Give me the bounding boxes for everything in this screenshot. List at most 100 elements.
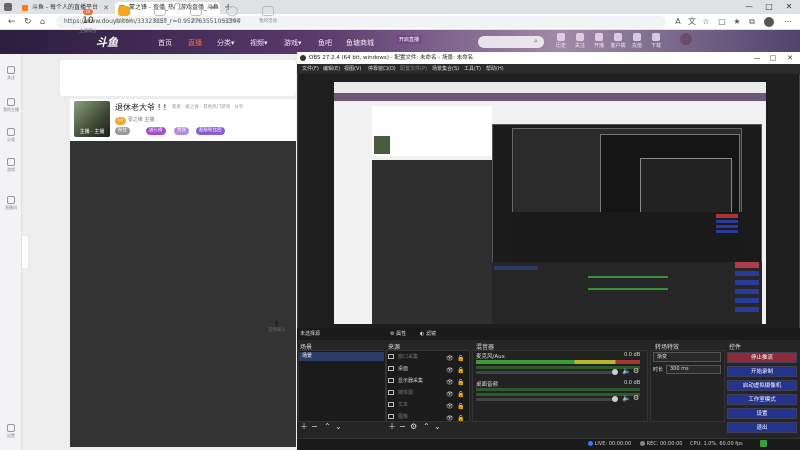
read-aloud-icon[interactable]: A — [672, 16, 684, 28]
stat-points[interactable]: LV 10 主播积分 — [74, 6, 102, 34]
home-icon[interactable]: ⌂ — [40, 15, 45, 29]
refresh-icon[interactable]: ↻ — [24, 15, 32, 29]
sidebar-item-room[interactable]: 直播间 — [3, 196, 19, 211]
profile-avatar-icon[interactable] — [764, 17, 774, 27]
source-properties-icon[interactable]: ⚙ — [410, 422, 417, 432]
search-icon[interactable]: ⌕ — [534, 37, 538, 46]
collapse-handle[interactable] — [22, 236, 28, 268]
sidebar-item-my-streamers[interactable]: 我的主播 — [3, 98, 19, 113]
desktop-audio-volume-slider[interactable] — [476, 398, 616, 401]
gift-rank-pill[interactable]: 送礼榜 — [146, 127, 166, 135]
move-up-icon[interactable]: ⌃ — [423, 422, 430, 432]
browser-menu-icon[interactable] — [4, 3, 12, 11]
menu-scene-collection[interactable]: 场景集合(S) — [432, 65, 459, 73]
start-recording-button[interactable]: 开始录制 — [727, 366, 797, 377]
source-item[interactable]: 文本 👁 🔒 — [386, 399, 468, 411]
remove-source-button[interactable]: − — [399, 422, 406, 432]
recharge-button[interactable]: 充值 — [629, 33, 645, 49]
mic-aux-settings-icon[interactable]: ⚙ — [633, 367, 639, 375]
obs-close-button[interactable]: ✕ — [783, 52, 797, 64]
close-window-button[interactable]: ✕ — [780, 0, 798, 14]
transition-select[interactable]: 渐变 — [653, 352, 721, 362]
menu-docks[interactable]: 停靠窗口(D) — [368, 65, 396, 73]
split-screen-icon[interactable]: ▢ — [716, 16, 728, 28]
exit-button[interactable]: 退出 — [727, 422, 797, 433]
mic-aux-volume-knob[interactable] — [612, 369, 618, 375]
back-icon[interactable]: ← — [8, 15, 16, 29]
studio-mode-button[interactable]: 工作室模式 — [727, 394, 797, 405]
sidebar-item-category[interactable]: 分类 — [3, 128, 19, 143]
nav-yuba[interactable]: 鱼吧 — [318, 38, 332, 48]
vip-pill[interactable]: 贵宾 — [174, 127, 189, 135]
video-player[interactable] — [70, 141, 296, 447]
duration-input[interactable]: 300 ms — [666, 365, 721, 374]
mic-aux-volume-slider[interactable] — [476, 371, 616, 374]
start-stream-promo[interactable]: 开启直播 — [396, 35, 423, 44]
nav-shop[interactable]: 鱼塘商城 — [346, 38, 374, 48]
scene-item[interactable]: 场景 — [299, 352, 384, 361]
menu-file[interactable]: 文件(F) — [302, 65, 319, 73]
menu-help[interactable]: 帮助(H) — [486, 65, 504, 73]
menu-profile[interactable]: 配置文件(P) — [400, 65, 427, 73]
super-fans-pill[interactable]: 超级粉丝团 — [196, 127, 225, 135]
favorites-icon[interactable]: ★ — [731, 16, 743, 28]
stat-noble[interactable]: 贵族 — [182, 6, 210, 24]
filters-button[interactable]: ◐ 滤镜 — [420, 330, 436, 337]
add-source-button[interactable]: ＋ — [388, 422, 396, 432]
history-button[interactable]: 历史 — [553, 33, 569, 49]
obs-maximize-button[interactable]: □ — [766, 52, 780, 64]
minimize-button[interactable]: — — [740, 0, 758, 14]
source-item[interactable]: 桌面 👁 🔒 — [386, 363, 468, 375]
visibility-eye-icon[interactable]: 👁 — [446, 413, 454, 425]
nav-live[interactable]: 直播 — [188, 38, 202, 48]
follow-button[interactable]: 关注 — [572, 33, 588, 49]
move-down-icon[interactable]: ⌄ — [434, 422, 441, 432]
desktop-audio-mute-icon[interactable]: 🔈 — [622, 394, 631, 402]
start-virtual-camera-button[interactable]: 启动虚拟摄像机 — [727, 380, 797, 391]
maximize-button[interactable]: □ — [760, 0, 778, 14]
source-item[interactable]: 媒体源 👁 🔒 — [386, 387, 468, 399]
stop-streaming-button[interactable]: 停止推流 — [727, 352, 797, 363]
client-button[interactable]: 客户端 — [610, 33, 626, 49]
translate-icon[interactable]: 文 — [686, 16, 698, 28]
streamer-avatar[interactable]: 主播 · 主播 — [74, 101, 110, 137]
user-avatar-icon[interactable] — [680, 33, 692, 45]
collections-icon[interactable]: ⧉ — [746, 16, 758, 28]
close-tab-icon[interactable]: ✕ — [210, 2, 216, 14]
menu-edit[interactable]: 编辑(E) — [323, 65, 340, 73]
source-item[interactable]: 显示器采集 👁 🔒 — [386, 375, 468, 387]
download-button[interactable]: 下载 — [648, 33, 664, 49]
sidebar-item-follow[interactable]: 关注 — [3, 66, 19, 81]
preview-stop-button — [735, 262, 759, 268]
properties-button[interactable]: ⚙ 属性 — [390, 330, 406, 337]
favorite-icon[interactable]: ☆ — [700, 16, 712, 28]
sidebar-item-game[interactable]: 游戏 — [3, 158, 19, 173]
menu-view[interactable]: 视图(V) — [344, 65, 361, 73]
move-down-icon[interactable]: ⌄ — [335, 422, 342, 432]
source-item[interactable]: 窗口采集 👁 🔒 — [386, 351, 468, 363]
stat-duration[interactable]: 直播时长 — [110, 6, 138, 24]
sidebar-item-settings[interactable]: 设置 — [3, 424, 19, 439]
fans-pill[interactable]: 粉丝 — [115, 127, 130, 135]
more-icon[interactable]: ⋯ — [782, 16, 794, 28]
desktop-audio-settings-icon[interactable]: ⚙ — [633, 394, 639, 402]
lock-icon[interactable]: 🔒 — [457, 413, 464, 425]
settings-button[interactable]: 设置 — [727, 408, 797, 419]
desktop-audio-volume-knob[interactable] — [612, 396, 618, 402]
menu-tools[interactable]: 工具(T) — [464, 65, 481, 73]
nav-home[interactable]: 首页 — [158, 38, 172, 48]
close-tab-icon[interactable]: ✕ — [103, 2, 109, 14]
mic-aux-mute-icon[interactable]: 🔈 — [622, 367, 631, 375]
nav-game[interactable]: 游戏▾ — [284, 38, 302, 48]
move-up-icon[interactable]: ⌃ — [324, 422, 331, 432]
broadcast-button[interactable]: 开播 — [591, 33, 607, 49]
nav-video[interactable]: 视频▾ — [250, 38, 268, 48]
stat-rank[interactable]: 分区排行 — [218, 6, 246, 24]
douyu-logo[interactable]: 斗鱼 — [96, 34, 118, 50]
nav-category[interactable]: 分类▾ — [217, 38, 235, 48]
stat-fans[interactable]: 粉丝团 — [146, 6, 174, 24]
stat-activity[interactable]: 我的活动 — [254, 6, 282, 24]
obs-minimize-button[interactable]: — — [750, 52, 764, 64]
add-scene-button[interactable]: ＋ — [300, 422, 308, 432]
remove-scene-button[interactable]: − — [311, 422, 318, 432]
